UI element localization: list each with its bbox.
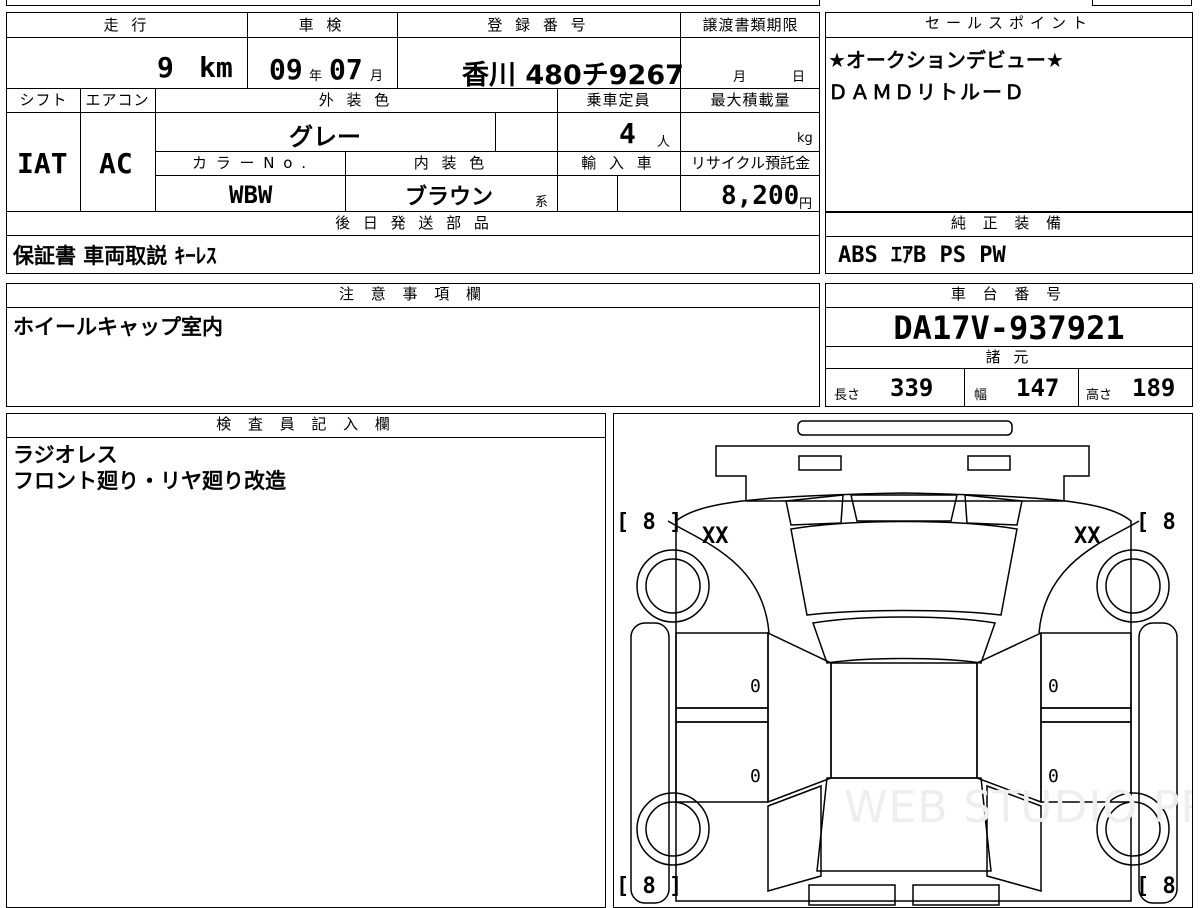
chassis-box: 車 台 番 号 DA17V-937921 諸 元 長さ 339 幅 147 高さ… bbox=[825, 283, 1193, 407]
car-diagram-box: WEB STUDIO PRO [ 8 ] [ 8 ] [ 8 ] [ 8 ] X… bbox=[613, 413, 1193, 908]
registration-label: 登 録 番 号 bbox=[487, 16, 590, 34]
maxload-unit: kg bbox=[797, 131, 813, 146]
transfer-day-unit: 日 bbox=[792, 70, 806, 85]
tire-rear-right-label: [ 8 ] bbox=[1136, 874, 1192, 899]
tire-rear-left-label: [ 8 ] bbox=[616, 874, 683, 899]
shift-value: IAT bbox=[17, 147, 68, 180]
later-parts-label: 後 日 発 送 部 品 bbox=[335, 214, 493, 232]
int-color-suffix: 系 bbox=[535, 195, 549, 210]
sales-line-1: ★オークションデビュー★ bbox=[828, 48, 1064, 72]
ext-color-label: 外 装 色 bbox=[318, 91, 394, 109]
sales-line-2: ＤＡＭＤリトルーＤ bbox=[828, 80, 1026, 104]
headlight-left-shape bbox=[798, 455, 842, 471]
mileage-value: 9 bbox=[157, 51, 174, 84]
vehicle-info-table: 走 行 車 検 登 録 番 号 譲渡書類期限 9 km 09 年 07 月 香川… bbox=[6, 12, 820, 274]
inspector-line-2: フロント廻り・リヤ廻り改造 bbox=[13, 469, 286, 493]
top-cutoff-strip bbox=[0, 0, 1200, 8]
equipment-value: ABS ｴｱB PS PW bbox=[838, 243, 1006, 268]
windshield-shape bbox=[790, 520, 1018, 616]
equipment-box: 純 正 装 備 ABS ｴｱB PS PW bbox=[825, 212, 1193, 274]
front-bumper-shape bbox=[797, 420, 1013, 436]
door-rear-right-score: 0 bbox=[1048, 766, 1059, 787]
diagram-watermark: WEB STUDIO PRO bbox=[844, 782, 1192, 833]
later-parts-value: 保証書 車両取説 ｷｰﾚｽ bbox=[13, 244, 217, 268]
capacity-value: 4 bbox=[619, 117, 636, 150]
ext-color-value: グレー bbox=[289, 123, 361, 151]
notes-box: 注 意 事 項 欄 ホイールキャップ室内 bbox=[6, 283, 820, 407]
width-value: 147 bbox=[1016, 374, 1060, 402]
tire-front-left-label: [ 8 ] bbox=[616, 510, 683, 535]
spec-label: 諸 元 bbox=[985, 348, 1033, 366]
inspector-line-1: ラジオレス bbox=[13, 443, 118, 467]
import-label: 輸 入 車 bbox=[581, 154, 656, 172]
door-front-right-score: 0 bbox=[1048, 676, 1059, 697]
capacity-unit: 人 bbox=[657, 135, 671, 150]
height-label: 高さ bbox=[1086, 388, 1113, 403]
inspection-month: 07 bbox=[329, 53, 363, 86]
inspection-year: 09 bbox=[269, 53, 303, 86]
year-unit: 年 bbox=[309, 69, 323, 84]
notes-value: ホイールキャップ室内 bbox=[13, 315, 223, 339]
sales-point-label: セールスポイント bbox=[826, 13, 1192, 38]
int-color-value: ブラウン bbox=[405, 185, 494, 210]
door-rear-left-score: 0 bbox=[750, 766, 761, 787]
mileage-label: 走 行 bbox=[103, 16, 151, 34]
inspector-box: 検 査 員 記 入 欄 ラジオレス フロント廻り・リヤ廻り改造 bbox=[6, 413, 606, 908]
capacity-label: 乗車定員 bbox=[586, 91, 651, 109]
ac-label: エアコン bbox=[85, 91, 150, 109]
registration-value: 香川 480チ9267 bbox=[462, 60, 684, 91]
int-color-label: 内 装 色 bbox=[413, 154, 489, 172]
maxload-label: 最大積載量 bbox=[710, 91, 791, 109]
recycle-value: 8,200 bbox=[721, 181, 800, 211]
notes-label: 注 意 事 項 欄 bbox=[7, 284, 819, 308]
shift-label: シフト bbox=[19, 91, 68, 109]
sales-point-box: セールスポイント ★オークションデビュー★ ＤＡＭＤリトルーＤ bbox=[825, 12, 1193, 212]
door-front-left-score: 0 bbox=[750, 676, 761, 697]
mileage-unit: km bbox=[199, 51, 233, 84]
headlight-right-shape bbox=[967, 455, 1011, 471]
chassis-label: 車 台 番 号 bbox=[826, 284, 1192, 308]
equipment-label: 純 正 装 備 bbox=[826, 213, 1192, 237]
transfer-deadline-label: 譲渡書類期限 bbox=[702, 16, 799, 34]
roof-shape bbox=[811, 616, 997, 664]
inspection-label: 車 検 bbox=[298, 16, 346, 34]
car-diagram bbox=[630, 420, 1178, 906]
length-label: 長さ bbox=[834, 388, 861, 403]
tire-front-right-label: [ 8 ] bbox=[1136, 510, 1192, 535]
wheel-front-right-shape bbox=[1096, 549, 1170, 623]
color-no-value: WBW bbox=[229, 181, 273, 209]
height-value: 189 bbox=[1132, 374, 1176, 402]
body-outline-shape bbox=[675, 492, 1132, 902]
recycle-label: リサイクル預託金 bbox=[690, 154, 811, 172]
ac-value: AC bbox=[99, 147, 133, 180]
length-value: 339 bbox=[890, 374, 934, 402]
transfer-month-unit: 月 bbox=[733, 70, 747, 85]
damage-mark-right: XX bbox=[1074, 524, 1101, 549]
wheel-front-left-shape bbox=[636, 549, 710, 623]
month-unit: 月 bbox=[370, 69, 384, 84]
color-no-label: カ ラ ー N o . bbox=[191, 154, 308, 172]
wheel-rear-left-shape bbox=[636, 792, 710, 866]
damage-mark-left: XX bbox=[702, 524, 729, 549]
inspector-label: 検 査 員 記 入 欄 bbox=[7, 414, 605, 438]
chassis-value: DA17V-937921 bbox=[893, 309, 1125, 347]
roof-panel-shape bbox=[830, 662, 978, 779]
recycle-unit: 円 bbox=[799, 197, 813, 212]
width-label: 幅 bbox=[974, 388, 988, 403]
door-rear-left-shape bbox=[675, 721, 769, 803]
